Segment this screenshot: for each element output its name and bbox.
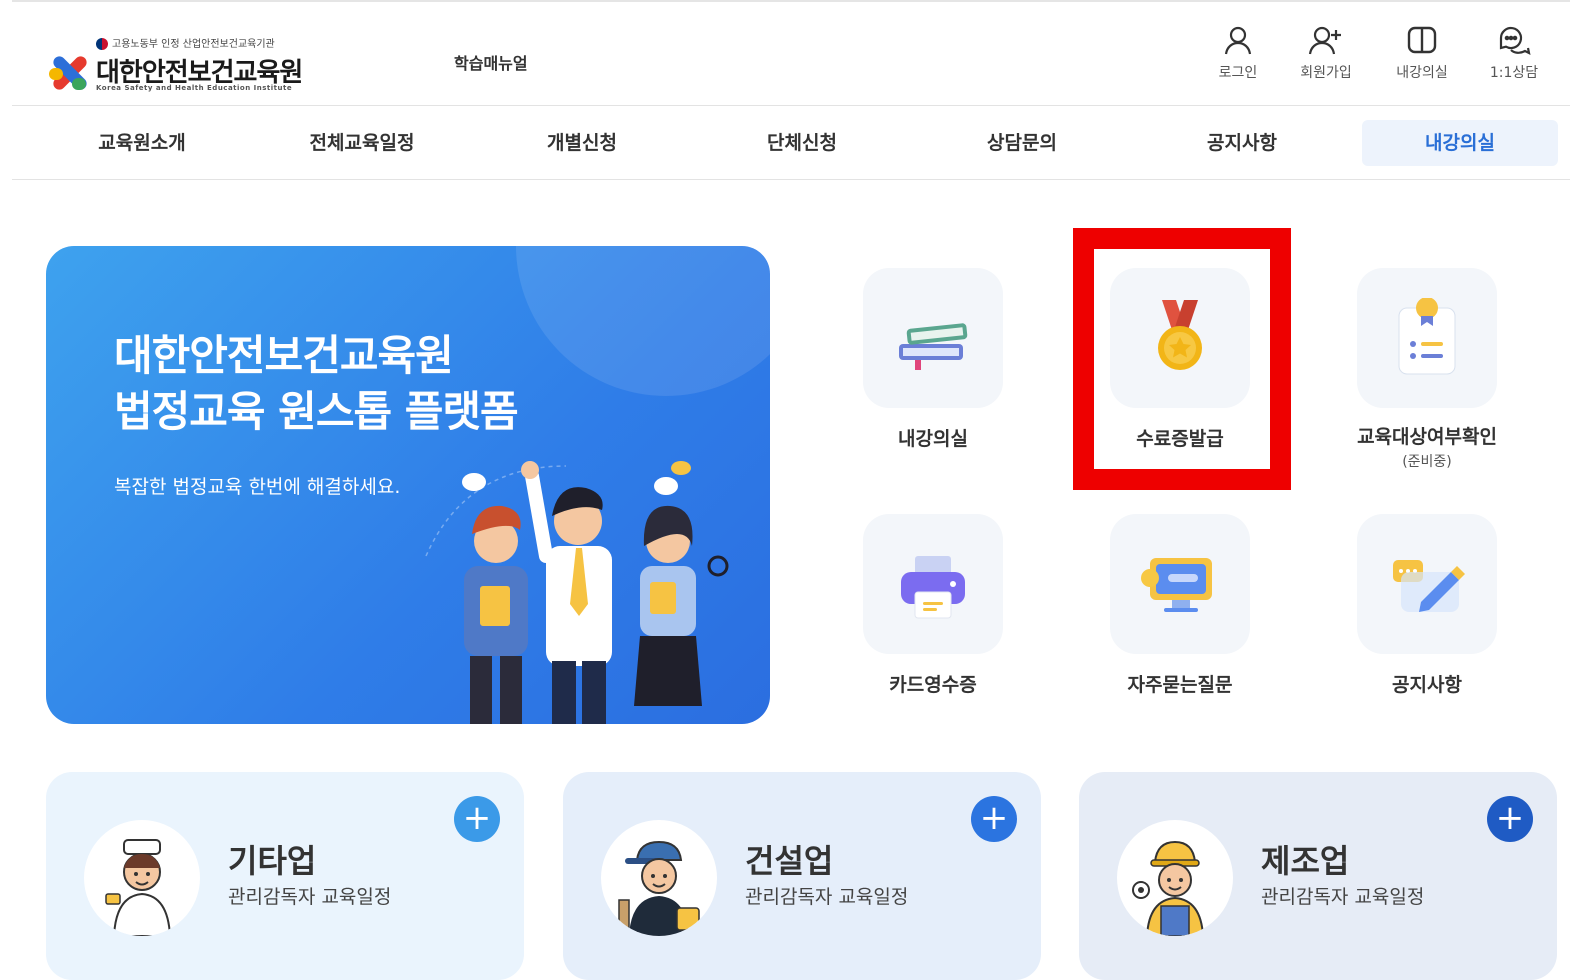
quick-notice-label: 공지사항 <box>1392 674 1462 696</box>
quick-eligibility-box <box>1357 268 1497 408</box>
login-button[interactable]: 로그인 <box>1198 24 1278 82</box>
quick-eligibility-label: 교육대상여부확인 <box>1357 426 1497 448</box>
nav-item-individual-apply[interactable]: 개별신청 <box>484 120 680 166</box>
printer-icon <box>901 556 965 619</box>
quick-eligibility-check[interactable]: 교육대상여부확인 (준비중) <box>1327 268 1527 471</box>
header: 고용노동부 인정 산업안전보건교육기관 대한안전보건교육원 Korea Safe… <box>12 2 1570 106</box>
site-logo[interactable]: 고용노동부 인정 산업안전보건교육기관 대한안전보건교육원 Korea Safe… <box>46 32 326 96</box>
book-open-icon <box>1407 26 1437 54</box>
quick-my-classroom-label: 내강의실 <box>898 428 968 450</box>
my-classroom-label: 내강의실 <box>1396 65 1448 81</box>
nav-item-about[interactable]: 교육원소개 <box>44 120 240 166</box>
checklist-icon <box>1398 298 1456 375</box>
manual-link[interactable]: 학습매뉴얼 <box>454 50 528 74</box>
quick-faq-box <box>1110 514 1250 654</box>
nav-item-notice[interactable]: 공지사항 <box>1144 120 1340 166</box>
books-icon <box>899 323 968 370</box>
category-title: 건설업 <box>745 842 834 880</box>
quick-faq[interactable]: 자주묻는질문 <box>1080 514 1280 697</box>
logo-mark-icon <box>49 56 87 90</box>
banner-title-line1: 대한안전보건교육원 <box>114 331 454 380</box>
quick-my-classroom-box <box>863 268 1003 408</box>
signup-label: 회원가입 <box>1300 65 1352 81</box>
category-subtitle: 관리감독자 교육일정 <box>228 886 392 908</box>
quick-faq-label: 자주묻는질문 <box>1127 674 1233 696</box>
quick-eligibility-note: (준비중) <box>1402 454 1452 470</box>
nav-item-my-classroom[interactable]: 내강의실 <box>1362 120 1558 166</box>
avatar <box>1117 820 1233 936</box>
category-subtitle: 관리감독자 교육일정 <box>745 886 909 908</box>
banner-subtitle: 복잡한 법정교육 한번에 해결하세요. <box>114 476 401 498</box>
category-card-other[interactable]: + 기타업 관리감독자 교육일정 <box>46 772 524 980</box>
logo-english: Korea Safety and Health Education Instit… <box>96 84 293 92</box>
main-nav: 교육원소개 전체교육일정 개별신청 단체신청 상담문의 공지사항 내강의실 <box>12 106 1570 180</box>
nav-item-schedule[interactable]: 전체교육일정 <box>264 120 460 166</box>
plus-icon[interactable]: + <box>971 796 1017 842</box>
highlight-box <box>1073 228 1291 490</box>
plus-icon[interactable]: + <box>1487 796 1533 842</box>
banner-title: 대한안전보건교육원 법정교육 원스톱 플랫폼 <box>114 328 519 440</box>
quick-card-receipt[interactable]: 카드영수증 <box>833 514 1033 697</box>
my-classroom-button[interactable]: 내강의실 <box>1382 24 1462 82</box>
plus-icon[interactable]: + <box>454 796 500 842</box>
category-card-construction[interactable]: + 건설업 관리감독자 교육일정 <box>563 772 1041 980</box>
category-card-manufacturing[interactable]: + 제조업 관리감독자 교육일정 <box>1079 772 1557 980</box>
banner-people-illustration <box>425 461 729 724</box>
consult-button[interactable]: 1:1상담 <box>1474 24 1554 82</box>
category-title: 기타업 <box>228 842 317 880</box>
banner-decor-circle <box>516 246 770 396</box>
nav-item-inquiry[interactable]: 상담문의 <box>924 120 1120 166</box>
logo-gov-label: 고용노동부 인정 산업안전보건교육기관 <box>112 39 275 50</box>
taegeuk-icon <box>96 38 108 50</box>
construction-worker-avatar-icon <box>618 840 700 936</box>
quick-my-classroom[interactable]: 내강의실 <box>833 268 1033 451</box>
login-label: 로그인 <box>1218 65 1258 81</box>
quick-notice[interactable]: 공지사항 <box>1327 514 1527 697</box>
chat-icon <box>1499 26 1531 55</box>
logo-gov-text: 고용노동부 인정 산업안전보건교육기관 <box>96 35 275 50</box>
avatar <box>84 820 200 936</box>
category-title: 제조업 <box>1261 842 1350 880</box>
user-icon <box>1224 26 1252 55</box>
notice-pencil-icon <box>1393 560 1465 612</box>
category-subtitle: 관리감독자 교육일정 <box>1261 886 1425 908</box>
consult-label: 1:1상담 <box>1489 65 1539 81</box>
nav-item-group-apply[interactable]: 단체신청 <box>704 120 900 166</box>
quick-card-receipt-box <box>863 514 1003 654</box>
quick-notice-box <box>1357 514 1497 654</box>
avatar <box>601 820 717 936</box>
factory-worker-avatar-icon <box>1132 840 1205 936</box>
hero-banner[interactable]: 대한안전보건교육원 법정교육 원스톱 플랫폼 복잡한 법정교육 한번에 해결하세… <box>46 246 770 724</box>
faq-monitor-icon <box>1141 558 1212 612</box>
user-plus-icon <box>1308 26 1341 55</box>
signup-button[interactable]: 회원가입 <box>1286 24 1366 82</box>
banner-title-line2: 법정교육 원스톱 플랫폼 <box>114 387 519 436</box>
cook-avatar-icon <box>105 839 172 936</box>
quick-card-receipt-label: 카드영수증 <box>889 674 977 696</box>
